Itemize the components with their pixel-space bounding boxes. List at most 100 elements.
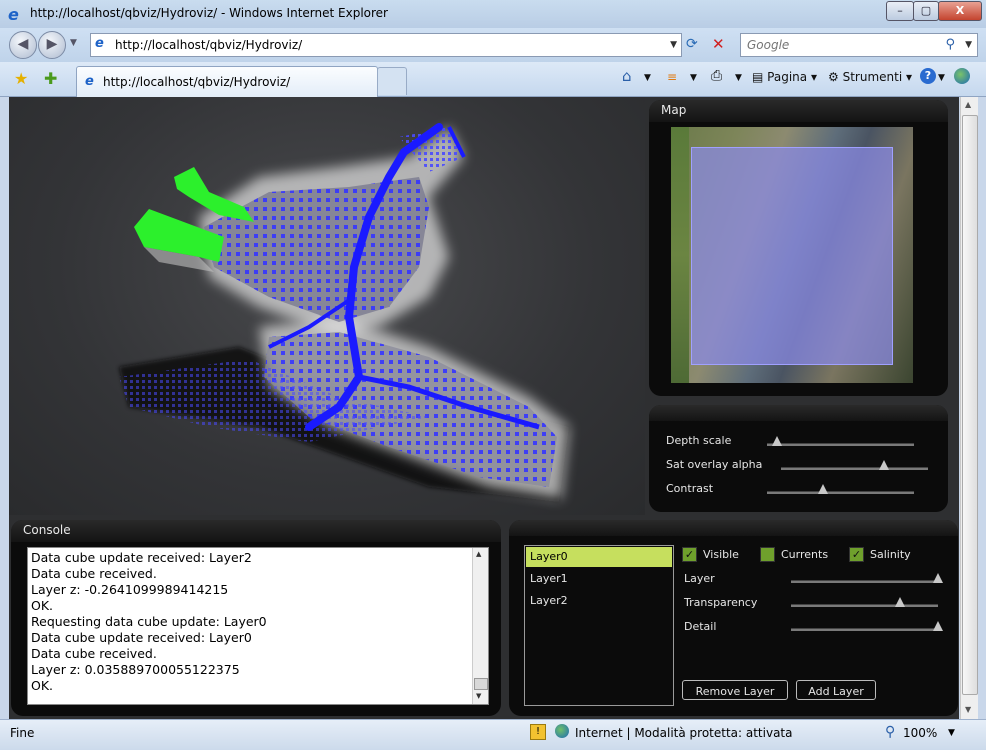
print-dropdown-icon[interactable]: ▼: [735, 73, 742, 83]
layers-panel-header: [509, 520, 958, 536]
research-globe-icon[interactable]: [954, 68, 970, 84]
page-scroll-up-icon[interactable]: ▲: [965, 100, 971, 109]
maximize-button[interactable]: ▢: [913, 1, 939, 21]
window-titlebar: e http://localhost/qbviz/Hydroviz/ - Win…: [0, 0, 986, 28]
scroll-up-icon[interactable]: ▲: [476, 550, 481, 558]
minimize-button[interactable]: –: [886, 1, 914, 21]
zoom-level[interactable]: 100%: [903, 726, 937, 740]
depth-scale-slider[interactable]: [767, 443, 914, 446]
layer-item-layer0[interactable]: Layer0: [526, 547, 672, 567]
ie-logo-icon: e: [8, 5, 19, 24]
address-field[interactable]: e http://localhost/qbviz/Hydroviz/ ▼: [90, 33, 682, 57]
detail-slider-thumb[interactable]: [933, 621, 943, 631]
history-dropdown-icon[interactable]: ▼: [70, 38, 77, 48]
strumenti-label: Strumenti: [842, 70, 903, 84]
remove-layer-button[interactable]: Remove Layer: [682, 680, 788, 700]
contrast-slider[interactable]: [767, 491, 914, 494]
layer-item-layer1[interactable]: Layer1: [526, 569, 672, 589]
console-panel-header: Console: [11, 520, 501, 542]
page-icon: e: [95, 36, 104, 51]
search-icon[interactable]: ⚲: [945, 34, 955, 56]
layer-slider[interactable]: [791, 580, 941, 583]
map-panel-title: Map: [661, 103, 687, 117]
page-menu-icon: ▤: [752, 70, 768, 84]
map-selection-overlay[interactable]: [691, 147, 893, 365]
scroll-down-icon[interactable]: ▼: [476, 692, 481, 700]
contrast-thumb[interactable]: [818, 484, 828, 494]
currents-label: Currents: [781, 548, 829, 561]
stop-icon[interactable]: ✕: [712, 35, 725, 53]
home-dropdown-icon[interactable]: ▼: [644, 73, 651, 83]
console-panel: Console Data cube update received: Layer…: [11, 520, 501, 716]
salinity-checkbox[interactable]: ✓: [849, 547, 864, 562]
console-line: Data cube received.: [31, 646, 157, 661]
contrast-label: Contrast: [666, 482, 714, 495]
sat-overlay-alpha-thumb[interactable]: [879, 460, 889, 470]
search-input[interactable]: [745, 34, 939, 56]
console-line: Data cube update received: Layer2: [31, 550, 252, 565]
zone-text: Internet | Modalità protetta: attivata: [575, 726, 793, 740]
address-dropdown-icon[interactable]: ▼: [670, 34, 677, 56]
console-line: Layer z: -0.2641099989414215: [31, 582, 229, 597]
strumenti-menu[interactable]: ⚙ Strumenti ▾: [828, 70, 912, 84]
map-panel: Map: [649, 100, 948, 396]
satellite-map[interactable]: [671, 127, 913, 383]
console-line: OK.: [31, 678, 54, 693]
visible-label: Visible: [703, 548, 739, 561]
help-icon[interactable]: ?: [920, 68, 936, 84]
page-content: Map Depth scale Sat overlay alpha Contra…: [9, 97, 959, 719]
search-box[interactable]: ⚲ ▼: [740, 33, 978, 57]
transparency-slider[interactable]: [791, 604, 938, 607]
3d-viewport[interactable]: [9, 97, 645, 515]
currents-checkbox[interactable]: [760, 547, 775, 562]
zoom-dropdown-icon[interactable]: ▼: [948, 728, 955, 738]
console-line: Requesting data cube update: Layer0: [31, 614, 267, 629]
favorites-star-icon[interactable]: ★: [14, 69, 28, 88]
pagina-menu[interactable]: ▤ Pagina ▾: [752, 70, 817, 84]
console-line: OK.: [31, 598, 54, 613]
refresh-icon[interactable]: ⟳: [686, 36, 698, 52]
search-dropdown-icon[interactable]: ▼: [965, 34, 972, 56]
page-scroll-thumb[interactable]: [962, 115, 978, 695]
layer-slider-label: Layer: [684, 572, 715, 585]
home-icon[interactable]: ⌂: [622, 67, 632, 85]
new-tab-button[interactable]: [377, 67, 407, 95]
depth-scale-label: Depth scale: [666, 434, 732, 447]
layer-item-label: Layer1: [530, 572, 568, 585]
settings-panel-header: [649, 405, 948, 421]
console-line: Layer z: 0.035889700055122375: [31, 662, 240, 677]
close-window-button[interactable]: X: [938, 1, 982, 21]
detail-slider[interactable]: [791, 628, 941, 631]
print-icon[interactable]: ⎙: [711, 68, 722, 84]
add-layer-button[interactable]: Add Layer: [796, 680, 876, 700]
layer-slider-thumb[interactable]: [933, 573, 943, 583]
add-favorite-icon[interactable]: ✚: [44, 69, 57, 88]
page-scrollbar[interactable]: ▲ ▼: [960, 97, 978, 719]
help-dropdown-icon[interactable]: ▼: [938, 73, 945, 83]
layer-list[interactable]: Layer0 Layer1 Layer2: [524, 545, 674, 706]
settings-panel: Depth scale Sat overlay alpha Contrast: [649, 405, 948, 512]
window-title: http://localhost/qbviz/Hydroviz/ - Windo…: [30, 6, 388, 20]
transparency-thumb[interactable]: [895, 597, 905, 607]
layer-item-label: Layer0: [530, 550, 568, 563]
salinity-label: Salinity: [870, 548, 911, 561]
tab-page-icon: e: [85, 74, 94, 89]
page-scroll-down-icon[interactable]: ▼: [965, 705, 971, 714]
layer-item-layer2[interactable]: Layer2: [526, 591, 672, 611]
back-button[interactable]: ◀: [9, 31, 37, 59]
console-panel-title: Console: [23, 523, 71, 537]
protected-mode-icon[interactable]: !: [530, 724, 546, 740]
feeds-icon[interactable]: ≡: [667, 70, 677, 84]
forward-button[interactable]: ▶: [38, 31, 66, 59]
sat-overlay-alpha-slider[interactable]: [781, 467, 928, 470]
console-scroll-thumb[interactable]: [474, 678, 488, 690]
hydro-mesh-render: [119, 123, 569, 502]
visible-checkbox[interactable]: ✓: [682, 547, 697, 562]
depth-scale-thumb[interactable]: [772, 436, 782, 446]
map-panel-header: Map: [649, 100, 948, 122]
console-output[interactable]: Data cube update received: Layer2 Data c…: [27, 547, 489, 705]
console-scrollbar[interactable]: ▲ ▼: [472, 548, 488, 704]
internet-zone-icon: [555, 724, 569, 738]
browser-tab[interactable]: e http://localhost/qbviz/Hydroviz/: [76, 66, 378, 97]
feeds-dropdown-icon[interactable]: ▼: [690, 73, 697, 83]
